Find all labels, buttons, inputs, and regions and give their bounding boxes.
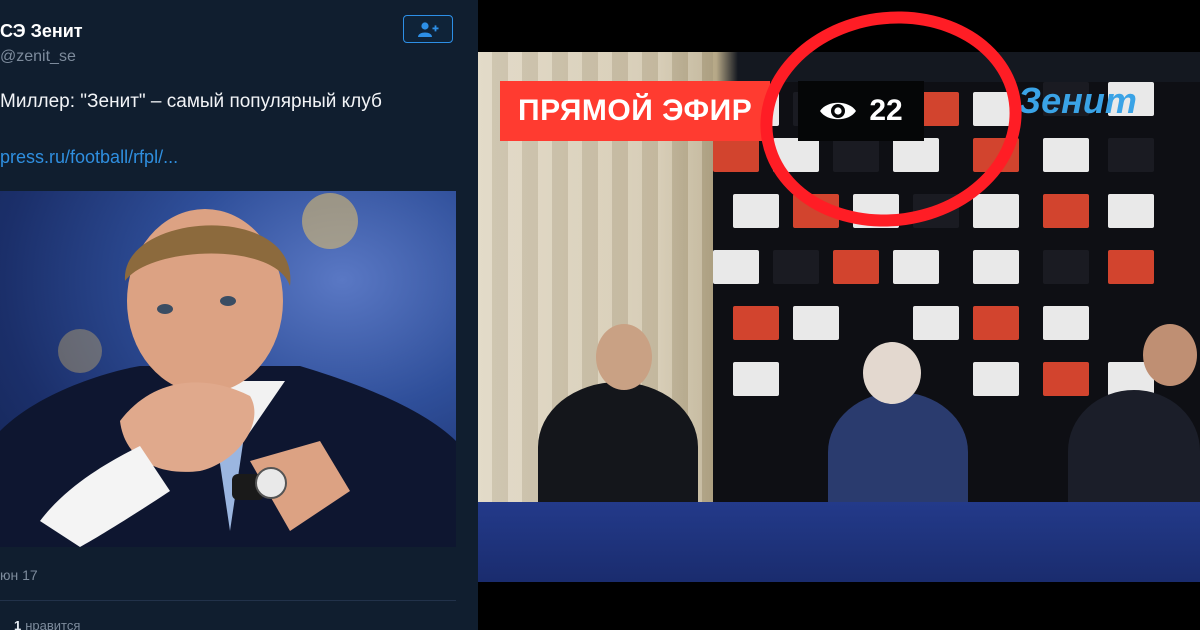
speaker-right-head: [1143, 324, 1197, 386]
account-name[interactable]: СЭ Зенит: [0, 21, 83, 42]
account-handle[interactable]: @zenit_se: [0, 48, 76, 66]
tweet-card: СЭ Зенит @zenit_se Миллер: "Зенит" – сам…: [0, 0, 478, 630]
live-badge: ПРЯМОЙ ЭФИР: [500, 81, 771, 141]
man-portrait-illustration: [0, 193, 456, 547]
speaker-right: [1068, 390, 1200, 512]
live-broadcast-screenshot: Зенит ПРЯМОЙ ЭФИР 22: [478, 0, 1200, 630]
follow-button[interactable]: [403, 15, 453, 43]
add-user-icon: [418, 22, 439, 37]
brand-logo: Зенит: [1018, 80, 1137, 121]
speaker-center-head: [863, 342, 921, 404]
divider: [0, 600, 456, 601]
tweet-date: юн 17: [0, 567, 38, 583]
tweet-text: Миллер: "Зенит" – самый популярный клуб: [0, 91, 382, 112]
speaker-left: [538, 382, 698, 512]
press-table: [478, 502, 1200, 582]
speaker-center: [828, 392, 968, 512]
likes-count: 1: [14, 618, 22, 630]
speaker-left-head: [596, 324, 652, 390]
likes-label: нравится: [25, 618, 81, 630]
tweet-photo[interactable]: [0, 191, 456, 547]
likes[interactable]: 1 нравится: [14, 618, 80, 630]
tweet-link[interactable]: press.ru/football/rfpl/...: [0, 147, 178, 168]
